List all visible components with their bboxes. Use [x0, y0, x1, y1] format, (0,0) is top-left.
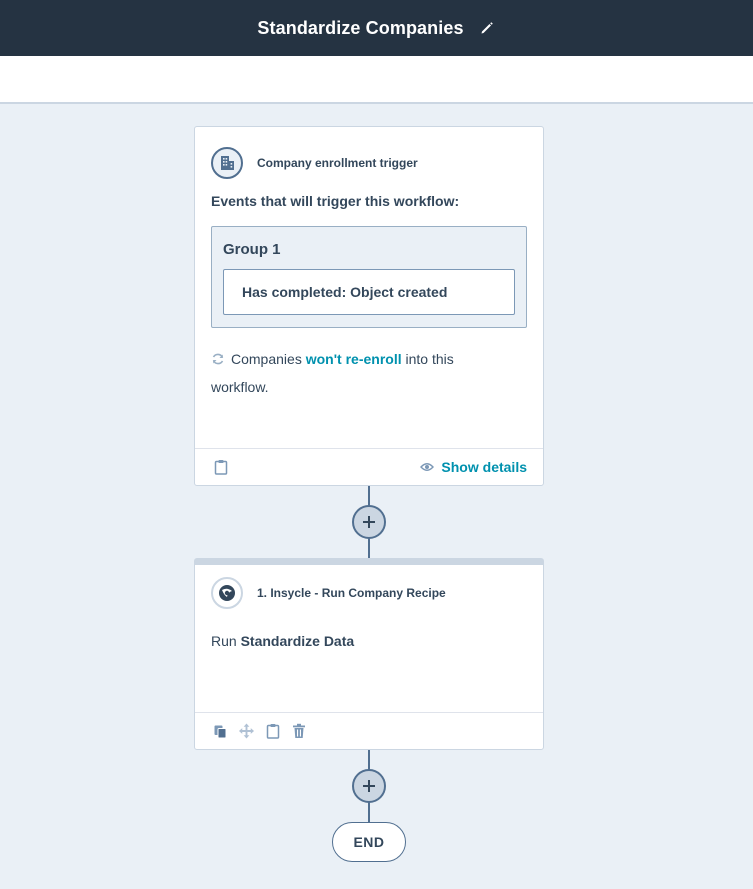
- reenroll-suffix: into this: [405, 351, 454, 367]
- add-action-button[interactable]: [352, 505, 386, 539]
- insycle-logo-icon: [211, 577, 243, 609]
- copy-icon[interactable]: [212, 723, 229, 740]
- plus-icon: [363, 780, 375, 792]
- events-label: Events that will trigger this workflow:: [211, 193, 460, 209]
- enrollment-trigger-card[interactable]: Company enrollment trigger Events that w…: [194, 126, 544, 486]
- reenroll-text: Companies won't re-enroll into this work…: [195, 328, 543, 400]
- toolbar-area: [0, 56, 753, 104]
- trigger-title: Company enrollment trigger: [257, 156, 418, 170]
- reenroll-suffix-2: workflow.: [211, 379, 269, 395]
- trigger-group[interactable]: Group 1 Has completed: Object created: [211, 226, 527, 328]
- show-details-label: Show details: [441, 459, 527, 475]
- trash-icon[interactable]: [290, 723, 307, 740]
- action-recipe-name: Standardize Data: [240, 633, 355, 649]
- refresh-icon: [211, 348, 225, 374]
- workflow-title: Standardize Companies: [257, 17, 464, 38]
- reenroll-link[interactable]: won't re-enroll: [306, 351, 402, 367]
- pencil-icon[interactable]: [478, 19, 496, 37]
- action-description: Run Standardize Data: [195, 609, 543, 649]
- trigger-card-footer: Show details: [195, 448, 543, 485]
- action-prefix: Run: [211, 633, 237, 649]
- clipboard-icon[interactable]: [212, 459, 229, 476]
- action-card[interactable]: 1. Insycle - Run Company Recipe Run Stan…: [194, 558, 544, 750]
- clipboard-icon[interactable]: [264, 723, 281, 740]
- action-title: 1. Insycle - Run Company Recipe: [257, 586, 446, 600]
- trigger-filter[interactable]: Has completed: Object created: [223, 269, 515, 315]
- end-node: END: [332, 822, 406, 862]
- reenroll-prefix: Companies: [231, 351, 302, 367]
- eye-icon: [420, 463, 435, 471]
- group-title: Group 1: [223, 241, 281, 258]
- show-details-button[interactable]: Show details: [420, 459, 527, 475]
- move-icon[interactable]: [238, 723, 255, 740]
- action-card-footer: [195, 712, 543, 749]
- building-icon: [211, 147, 243, 179]
- add-action-button[interactable]: [352, 769, 386, 803]
- workflow-header: Standardize Companies: [0, 0, 753, 56]
- plus-icon: [363, 516, 375, 528]
